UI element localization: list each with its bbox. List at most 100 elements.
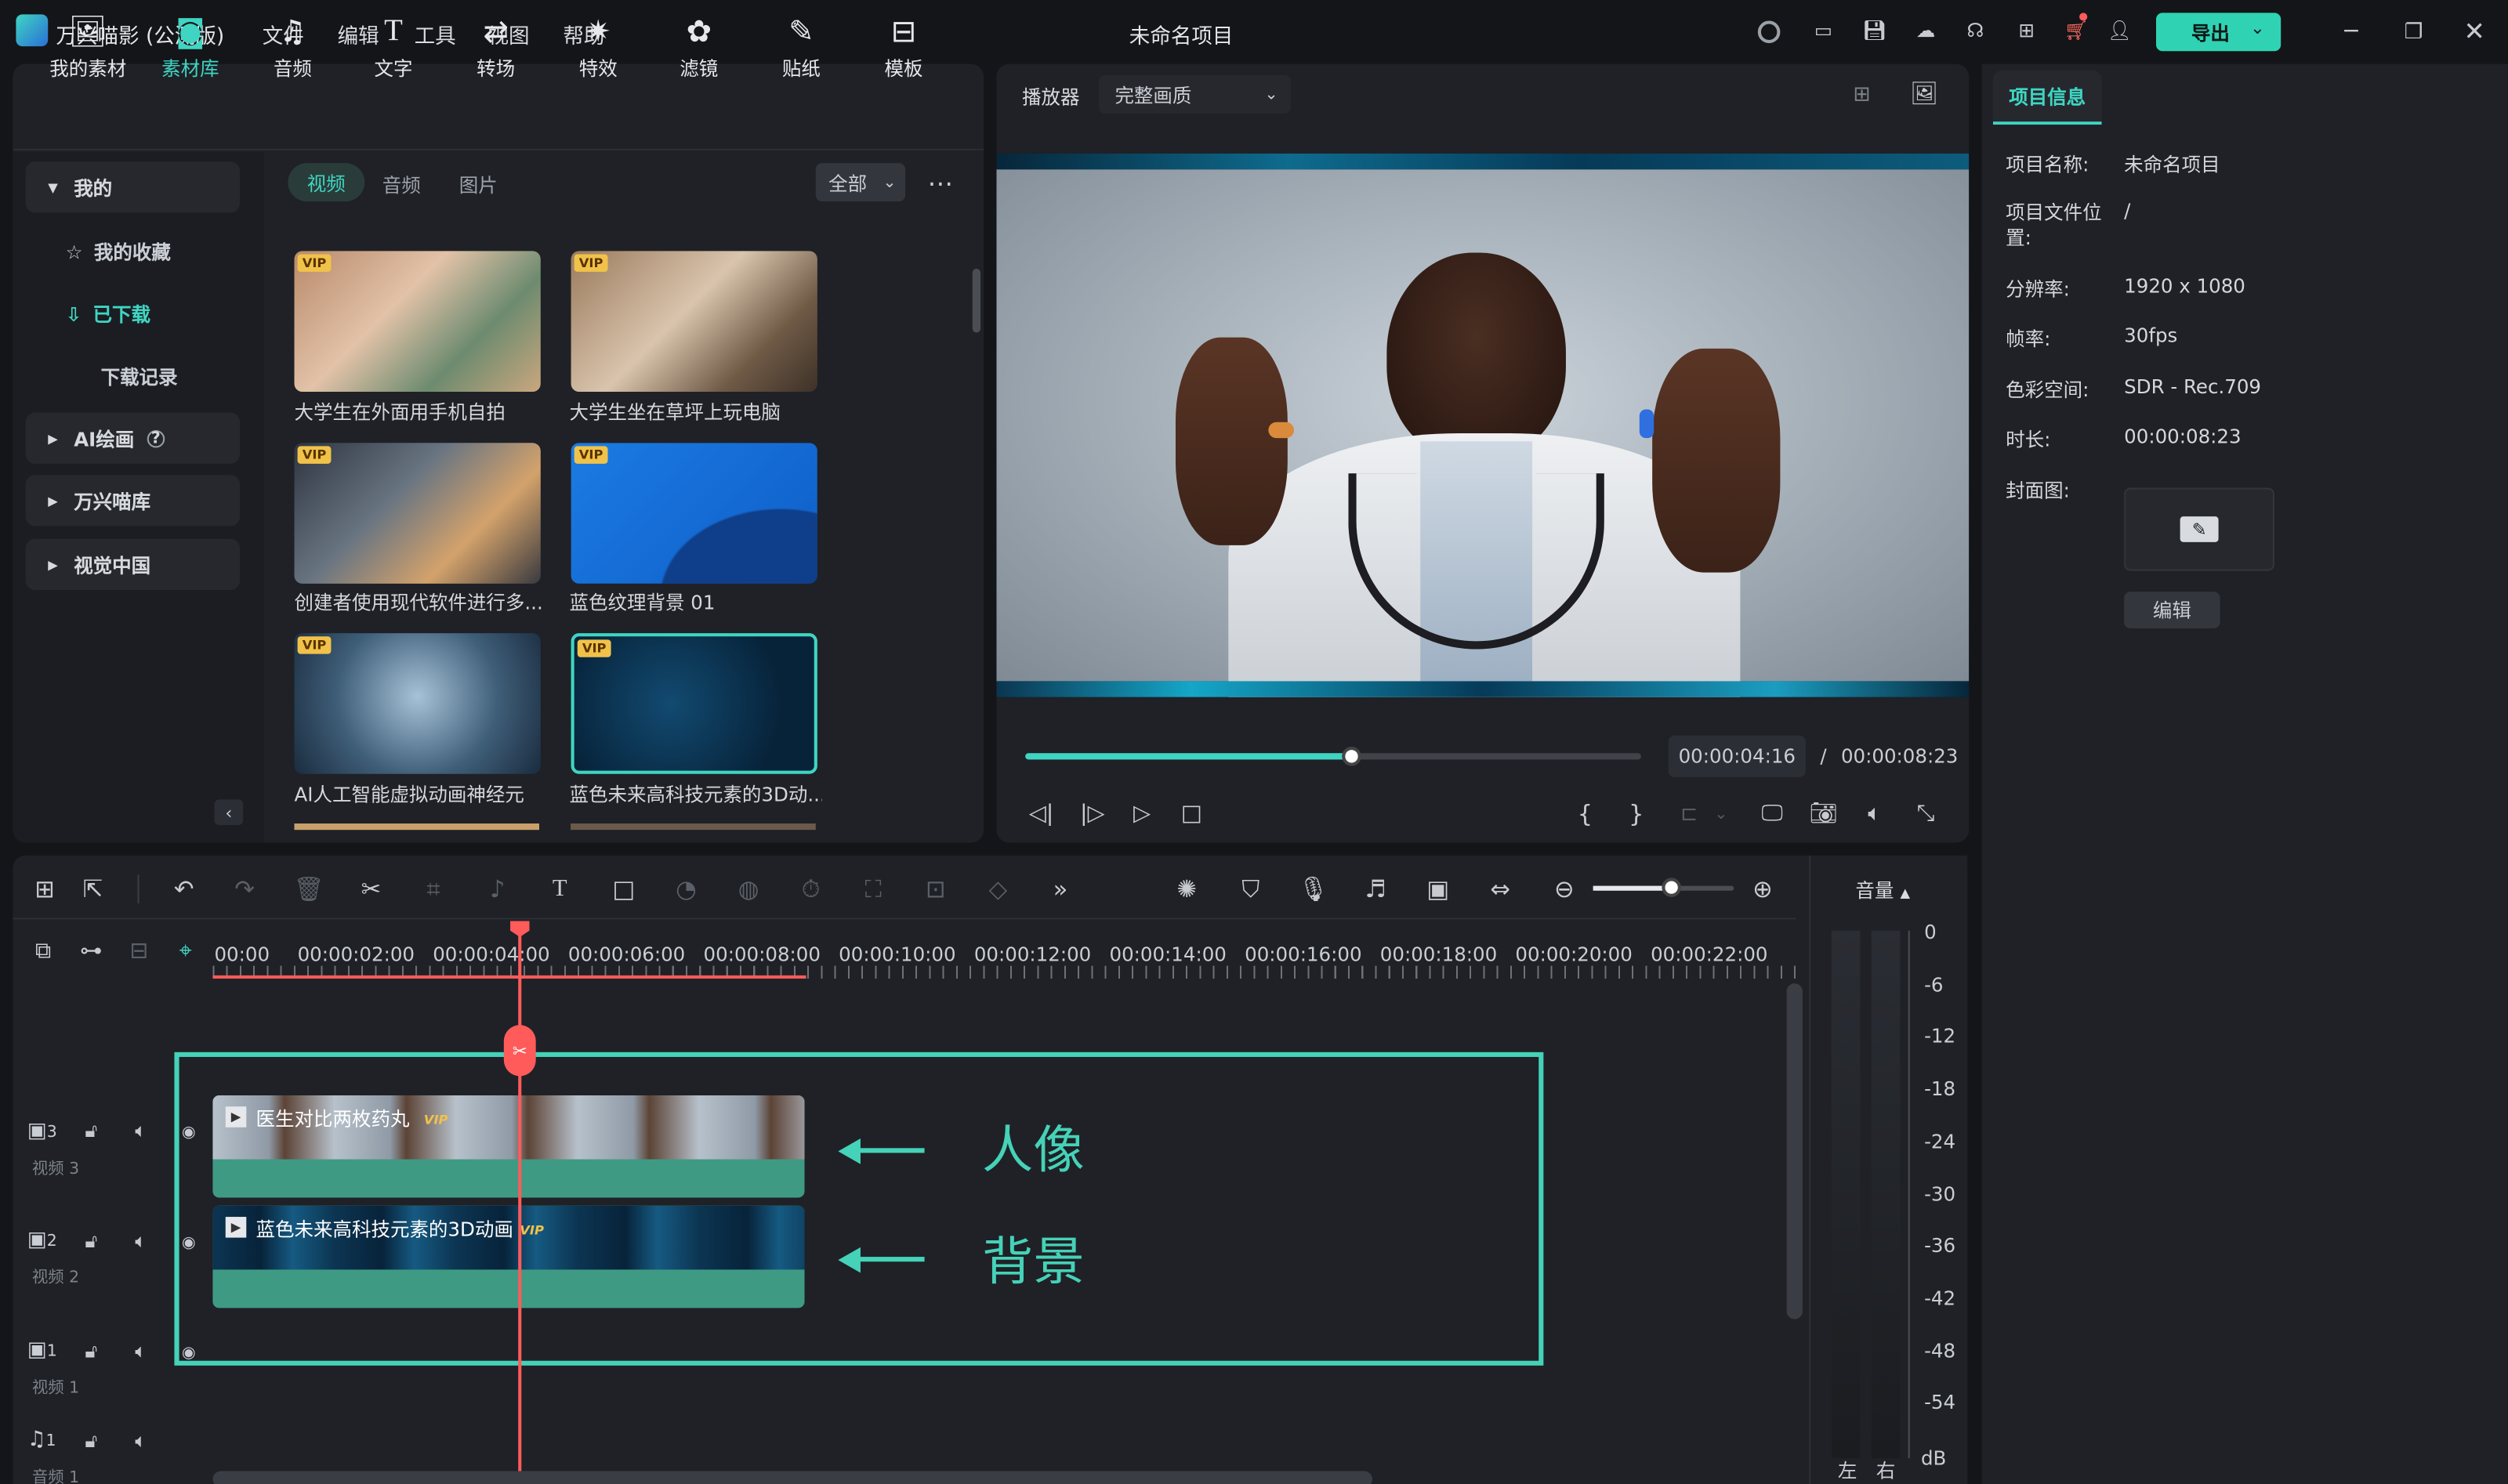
color-icon[interactable]: ◍ (731, 871, 767, 907)
text-tool-icon[interactable]: T (542, 871, 578, 907)
export-button[interactable]: 导出 ⌄ (2155, 13, 2281, 52)
add-track-icon[interactable]: ⧉ (27, 936, 60, 968)
tab-text[interactable]: T 文字 (347, 9, 440, 86)
music-list-icon[interactable]: ♬ (1358, 871, 1394, 907)
mark-in-icon[interactable]: { (1571, 798, 1600, 830)
volume-icon[interactable]: 🔈︎ (1858, 798, 1890, 830)
tab-effects[interactable]: ✷ 特效 (552, 9, 644, 86)
timeline-hscroll[interactable] (212, 1471, 1373, 1484)
help-icon[interactable]: ? (147, 429, 165, 447)
cover-edit-button[interactable]: 编辑 (2124, 592, 2220, 629)
tab-my-media[interactable]: 🖼︎ 我的素材 (42, 9, 134, 86)
tab-filter[interactable]: ✿ 滤镜 (653, 9, 745, 86)
filter-select[interactable]: 全部 ⌄ (815, 163, 906, 202)
mask-icon[interactable]: □ (606, 871, 641, 907)
info-tab[interactable]: 项目信息 (1992, 70, 2102, 125)
prev-frame-icon[interactable]: ◁| (1025, 798, 1057, 830)
chevron-down-icon[interactable]: ⌄ (2250, 17, 2265, 38)
cart-icon[interactable]: 🛒︎ (2062, 17, 2091, 43)
media-item-lawn[interactable]: VIP (571, 251, 817, 392)
media-item-selfie[interactable]: VIP (294, 251, 541, 392)
grid-view-icon[interactable]: ⊞ (1846, 80, 1878, 109)
subtitle-icon[interactable]: ⊡ (918, 871, 953, 907)
sidebar-ai-draw[interactable]: ▶ AI绘画? (25, 412, 241, 464)
filter-tab-image[interactable]: 图片 (459, 171, 498, 198)
chevron-down-icon[interactable]: ⌄ (1712, 798, 1731, 830)
timeline-vscroll[interactable] (1786, 983, 1803, 1319)
headset-icon[interactable]: ☊ (1961, 17, 1990, 43)
tab-sticker[interactable]: ✎ 贴纸 (755, 9, 847, 86)
crop-icon[interactable]: ⌗ (416, 871, 451, 907)
edit-pencil-icon[interactable]: ✎ (2180, 516, 2219, 542)
fullscreen-icon[interactable]: ⤡ (1910, 798, 1942, 830)
speaker-icon[interactable]: 🔈︎ (128, 1118, 154, 1144)
tab-template[interactable]: ⊟ 模板 (857, 9, 950, 86)
speaker-icon[interactable]: 🔈︎ (128, 1338, 154, 1364)
keyframe-icon[interactable]: ◇ (980, 871, 1016, 907)
display-icon[interactable]: 🖵︎ (1756, 798, 1789, 830)
media-item-creator[interactable]: VIP (294, 443, 541, 584)
sidebar-my[interactable]: ▼ 我的 (25, 161, 241, 213)
snapshot-view-icon[interactable]: 🖼︎ (1908, 80, 1941, 109)
more-icon[interactable]: ⋯ (925, 166, 957, 198)
layout-switch-icon[interactable]: ⊞ (27, 871, 63, 907)
sidebar-vcg[interactable]: ▶ 视觉中国 (25, 538, 241, 591)
tab-transition[interactable]: ⇄ 转场 (449, 9, 542, 86)
sidebar-wondershare[interactable]: ▶ 万兴喵库 (25, 475, 241, 527)
speaker-icon[interactable]: 🔈︎ (128, 1428, 154, 1453)
layout-icon[interactable]: ▭ (1809, 17, 1838, 43)
collapse-sidebar-button[interactable]: ‹ (214, 799, 244, 826)
playback-progress-handle[interactable] (1342, 747, 1361, 766)
undo-icon[interactable]: ↶ (166, 871, 201, 907)
cloud-icon[interactable]: ☁︎ (1912, 17, 1941, 43)
media-item-ai-neuron[interactable]: VIP (294, 633, 541, 774)
split-icon[interactable]: ✂ (353, 871, 389, 907)
restore-icon[interactable]: ❐ (2399, 17, 2428, 46)
marker-icon[interactable]: ⛉ (1233, 871, 1268, 907)
close-icon[interactable]: ✕ (2460, 15, 2489, 45)
more-tools-icon[interactable]: » (1043, 871, 1078, 907)
quality-select[interactable]: 完整画质 ⌄ (1099, 74, 1291, 114)
current-time-box[interactable]: 00:00:04:16 (1668, 735, 1807, 777)
filter-tab-video[interactable]: 视频 (288, 163, 365, 202)
user-icon[interactable]: 👤︎ (2105, 17, 2134, 43)
lock-icon[interactable]: 🔓︎ (78, 1338, 104, 1364)
minimize-icon[interactable]: ─ (2337, 17, 2366, 46)
magnet-icon[interactable]: ⌖ (169, 936, 201, 968)
cover-image-box[interactable]: ✎ (2124, 487, 2275, 571)
media-scrollbar[interactable] (972, 268, 981, 333)
camera-icon[interactable]: 📷︎ (1807, 798, 1839, 830)
audio-edit-icon[interactable]: ♪ (480, 871, 515, 907)
speed-icon[interactable]: ◔ (669, 871, 704, 907)
tab-library[interactable]: ◙ 素材库 (144, 9, 237, 86)
render-icon[interactable]: ✺ (1169, 871, 1205, 907)
mark-out-icon[interactable]: } (1622, 798, 1651, 830)
sidebar-downloaded[interactable]: ⇩ 已下载 (66, 301, 150, 328)
delete-icon[interactable]: 🗑︎ (291, 871, 326, 907)
timer-icon[interactable]: ⏱︎ (793, 871, 828, 907)
record-icon[interactable] (1757, 20, 1781, 44)
lock-icon[interactable]: 🔓︎ (78, 1118, 104, 1144)
insert-icon[interactable]: ⊏ (1673, 798, 1705, 830)
lock-icon[interactable]: 🔓︎ (78, 1428, 104, 1453)
video-preview[interactable] (996, 153, 1970, 697)
volume-meter-header[interactable]: 音量 ▲ (1855, 876, 1910, 903)
tab-audio[interactable]: ♫ 音频 (246, 9, 339, 86)
redo-icon[interactable]: ↷ (227, 871, 263, 907)
link-icon[interactable]: ⊶ (75, 936, 107, 968)
zoom-in-icon[interactable]: ⊕ (1745, 871, 1781, 907)
play-icon[interactable]: ▷ (1126, 798, 1158, 830)
media-item-3d-tech[interactable]: VIP (571, 633, 817, 774)
transform-icon[interactable]: ⛶ (856, 871, 891, 907)
apps-grid-icon[interactable]: ⊞ (2012, 17, 2041, 43)
microphone-icon[interactable]: 🎙︎ (1296, 871, 1331, 907)
fit-icon[interactable]: ⇔ (1483, 871, 1518, 907)
snap-icon[interactable]: ⊟ (123, 936, 155, 968)
sidebar-favorites[interactable]: ☆ 我的收藏 (66, 238, 171, 266)
speaker-icon[interactable]: 🔈︎ (128, 1228, 154, 1254)
lock-icon[interactable]: 🔓︎ (78, 1228, 104, 1254)
select-tool-icon[interactable]: ⇱ (75, 871, 111, 907)
media-item-blue-texture[interactable]: VIP (571, 443, 817, 584)
zoom-out-icon[interactable]: ⊖ (1546, 871, 1582, 907)
split-handle[interactable]: ✂ (503, 1025, 536, 1077)
